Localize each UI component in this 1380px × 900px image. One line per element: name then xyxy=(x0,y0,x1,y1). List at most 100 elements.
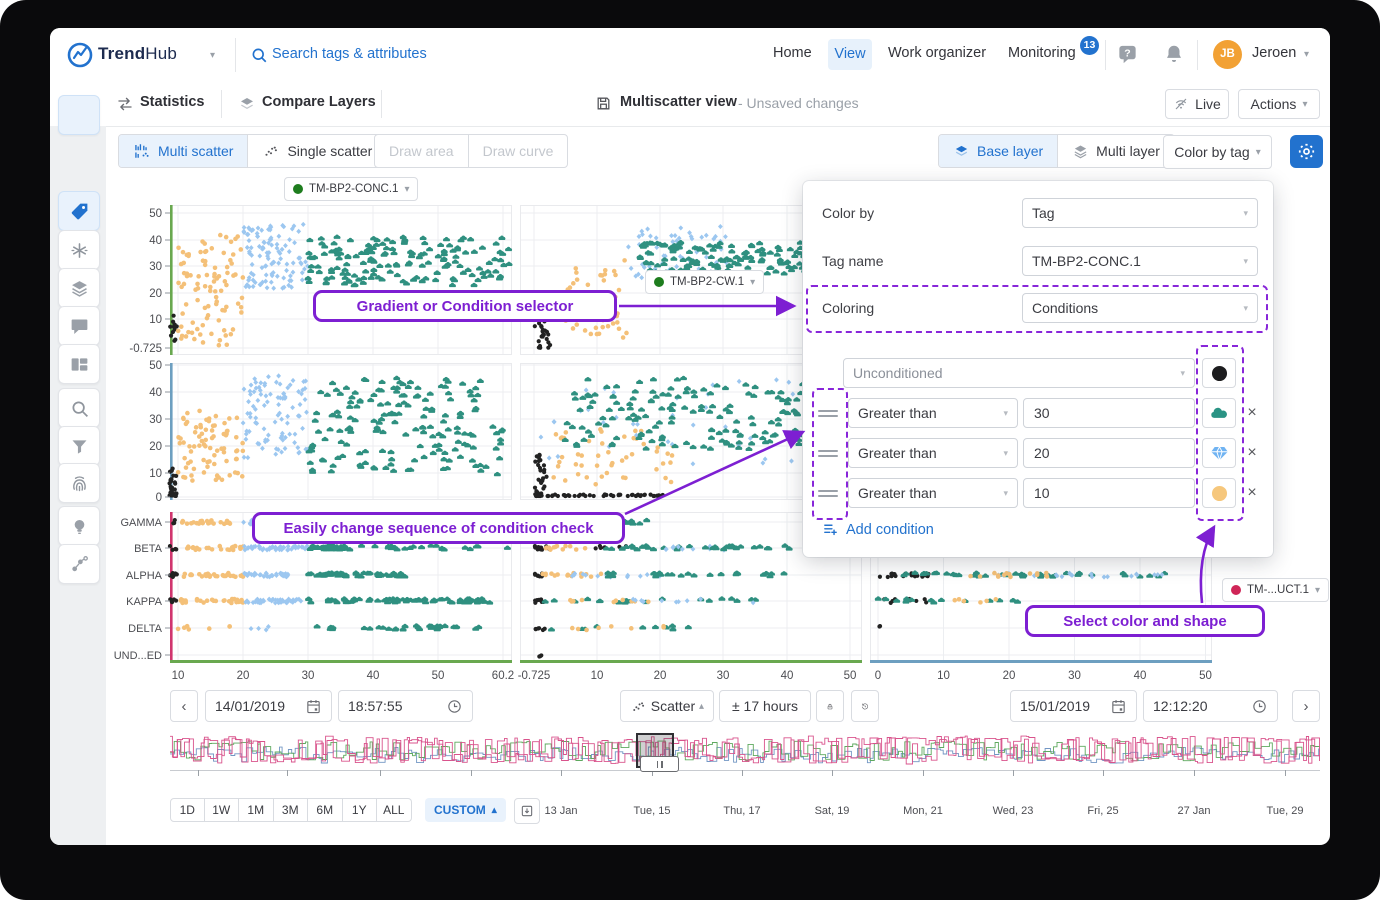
sidebar-item-formulas[interactable] xyxy=(58,230,100,270)
calendar-icon xyxy=(1110,698,1127,715)
condition-swatch-cloud[interactable] xyxy=(1202,398,1236,428)
lock-icon xyxy=(826,698,834,715)
sidebar-item-filter[interactable] xyxy=(58,426,100,466)
user-chevron-down-icon[interactable]: ▾ xyxy=(1304,49,1309,60)
monitoring-badge: 13 xyxy=(1080,36,1099,55)
range-button-1m[interactable]: 1M xyxy=(239,798,274,822)
lightbulb-icon xyxy=(69,516,90,537)
condition-operator-select[interactable]: Greater than▾ xyxy=(848,438,1018,468)
coloring-select[interactable]: Conditions▾ xyxy=(1022,293,1258,323)
svg-text:50: 50 xyxy=(432,670,445,682)
prev-interval-button[interactable]: ‹ xyxy=(170,690,198,722)
end-date-field[interactable]: 15/01/2019 xyxy=(1010,690,1137,722)
legend-chip-conc[interactable]: TM-BP2-CONC.1▾ xyxy=(284,177,418,201)
svg-text:30: 30 xyxy=(149,261,162,273)
sidebar-item-layers[interactable] xyxy=(58,268,100,308)
avatar[interactable]: JB xyxy=(1213,40,1242,69)
timeline-window-handle[interactable] xyxy=(640,756,679,772)
search-input[interactable]: Search tags & attributes xyxy=(272,46,427,62)
condition-value-input[interactable]: 20 xyxy=(1023,438,1195,468)
axis-tick-label: Wed, 23 xyxy=(993,805,1034,817)
compare-layers-icon xyxy=(238,95,256,113)
sidebar-item-search[interactable] xyxy=(58,388,100,428)
nav-view[interactable]: View xyxy=(828,39,872,70)
remove-condition-button[interactable]: × xyxy=(1243,398,1261,428)
live-button[interactable]: Live xyxy=(1165,89,1229,119)
condition-drag-handle[interactable] xyxy=(818,398,838,428)
add-condition-button[interactable]: Add condition xyxy=(822,521,934,538)
end-time-field[interactable]: 12:12:20 xyxy=(1143,690,1278,722)
base-layer-button[interactable]: Base layer xyxy=(939,135,1058,167)
sidebar-item-recommendations[interactable] xyxy=(58,506,100,546)
range-button-1w[interactable]: 1W xyxy=(205,798,240,822)
condition-swatch-diamond[interactable] xyxy=(1202,438,1236,468)
unconditioned-swatch[interactable] xyxy=(1202,358,1236,388)
legend-chip-cw[interactable]: TM-BP2-CW.1▾ xyxy=(645,270,764,294)
search-icon[interactable] xyxy=(250,46,268,64)
compare-layers-button[interactable]: Compare Layers xyxy=(262,94,376,110)
axis-tick xyxy=(832,770,833,776)
range-button-1y[interactable]: 1Y xyxy=(343,798,378,822)
multi-layer-button[interactable]: Multi layer xyxy=(1058,135,1174,167)
start-date-field[interactable]: 14/01/2019 xyxy=(205,690,332,722)
sidebar-item-comments[interactable] xyxy=(58,306,100,346)
history-button[interactable] xyxy=(851,690,879,722)
axis-tick xyxy=(287,770,288,776)
condition-swatch-circle[interactable] xyxy=(1202,478,1236,508)
draw-area-button[interactable]: Draw area xyxy=(375,135,469,167)
condition-drag-handle[interactable] xyxy=(818,478,838,508)
draw-tools: Draw area Draw curve xyxy=(374,134,568,168)
chart-settings-button[interactable] xyxy=(1290,135,1323,168)
color-by-select[interactable]: Tag▾ xyxy=(1022,198,1258,228)
range-button-1d[interactable]: 1D xyxy=(170,798,205,822)
sidebar-item-tags[interactable] xyxy=(58,191,100,231)
multi-scatter-button[interactable]: Multi scatter xyxy=(119,135,248,167)
sidebar-item-dashboard[interactable] xyxy=(58,344,100,384)
remove-condition-button[interactable]: × xyxy=(1243,478,1261,508)
range-button-all[interactable]: ALL xyxy=(377,798,412,822)
timeline-scrubber[interactable] xyxy=(170,733,1320,768)
brand-chevron-down-icon[interactable]: ▾ xyxy=(210,50,215,61)
sidebar-item-fingerprint[interactable] xyxy=(58,463,100,503)
condition-value-input[interactable]: 10 xyxy=(1023,478,1195,508)
legend-chip-uct[interactable]: TM-...UCT.1▾ xyxy=(1222,578,1329,602)
divider xyxy=(1197,40,1198,70)
condition-operator-select[interactable]: Greater than▾ xyxy=(848,478,1018,508)
svg-text:10: 10 xyxy=(172,670,185,682)
custom-range-button[interactable]: CUSTOM▴ xyxy=(425,798,506,822)
condition-value-input[interactable]: 30 xyxy=(1023,398,1195,428)
save-icon[interactable] xyxy=(595,95,612,112)
sidebar-item-context[interactable] xyxy=(58,544,100,584)
start-time-field[interactable]: 18:57:55 xyxy=(338,690,473,722)
remove-condition-button[interactable]: × xyxy=(1243,438,1261,468)
nav-monitoring[interactable]: Monitoring xyxy=(1008,45,1076,61)
color-by-tag-button[interactable]: Color by tag▾ xyxy=(1163,135,1272,169)
single-scatter-button[interactable]: Single scatter xyxy=(248,135,386,167)
calendar-export-icon xyxy=(520,804,534,818)
condition-operator-select[interactable]: Greater than▾ xyxy=(848,398,1018,428)
nav-home[interactable]: Home xyxy=(773,45,812,61)
notifications-bell-icon[interactable] xyxy=(1163,43,1185,65)
interval-duration-field[interactable]: ± 17 hours xyxy=(719,690,811,722)
svg-text:10: 10 xyxy=(937,670,950,682)
lock-interval-button[interactable] xyxy=(816,690,844,722)
statistics-button[interactable]: Statistics xyxy=(140,94,204,110)
scatter-chart-0-r2[interactable]: 50403020100 xyxy=(120,363,512,522)
nav-work-organizer[interactable]: Work organizer xyxy=(888,45,986,61)
unconditioned-select[interactable]: Unconditioned▾ xyxy=(843,358,1195,388)
axis-tick xyxy=(561,770,562,776)
svg-text:30: 30 xyxy=(149,414,162,426)
draw-curve-button[interactable]: Draw curve xyxy=(469,135,568,167)
actions-button[interactable]: Actions▾ xyxy=(1238,89,1320,119)
tag-icon xyxy=(69,201,90,222)
range-button-6m[interactable]: 6M xyxy=(308,798,343,822)
range-button-3m[interactable]: 3M xyxy=(274,798,309,822)
chart-type-dropdown[interactable]: Scatter▴ xyxy=(620,690,714,722)
next-interval-button[interactable]: › xyxy=(1292,690,1320,722)
tag-name-select[interactable]: TM-BP2-CONC.1▾ xyxy=(1022,246,1258,276)
condition-drag-handle[interactable] xyxy=(818,438,838,468)
user-menu[interactable]: Jeroen xyxy=(1252,45,1296,61)
axis-tick-label: Tue, 29 xyxy=(1267,805,1304,817)
export-range-button[interactable] xyxy=(514,798,540,824)
help-icon[interactable]: ? xyxy=(1116,43,1139,66)
